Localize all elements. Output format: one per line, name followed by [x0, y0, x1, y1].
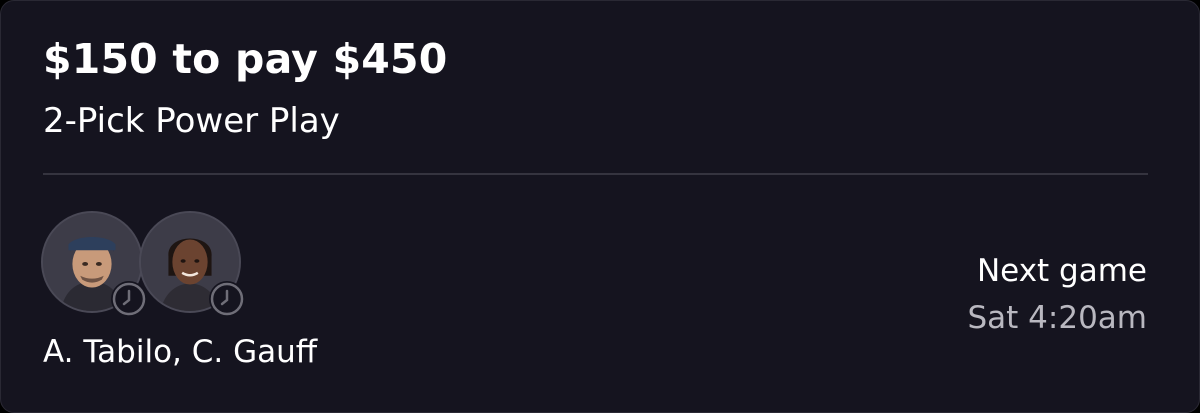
entry-subtitle: 2-Pick Power Play — [43, 101, 340, 141]
player-avatars — [41, 211, 251, 321]
player-names: A. Tabilo, C. Gauff — [43, 334, 318, 370]
entry-card[interactable]: $150 to pay $450 2-Pick Power Play A. Ta… — [0, 0, 1200, 413]
next-game-label: Next game — [976, 253, 1147, 289]
next-game-time: Sat 4:20am — [967, 300, 1148, 336]
entry-title: $150 to pay $450 — [43, 35, 448, 83]
clock-icon — [111, 281, 147, 317]
divider — [43, 173, 1148, 175]
clock-icon — [209, 281, 245, 317]
